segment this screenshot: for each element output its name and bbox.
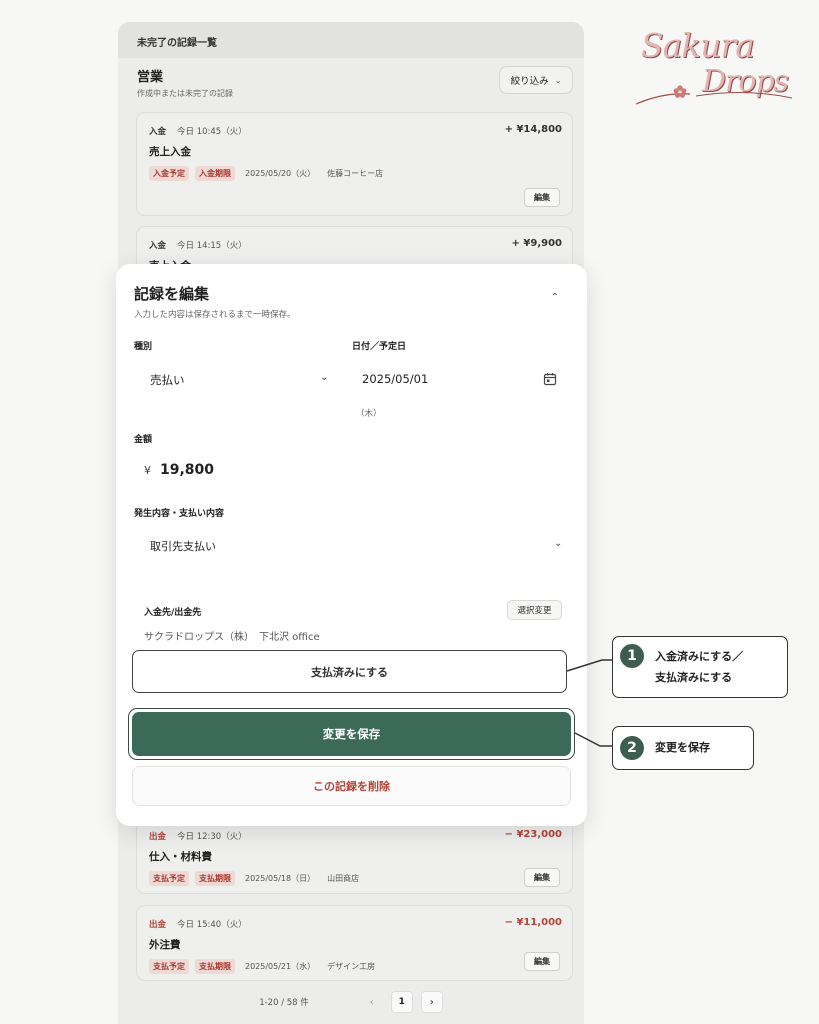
- callout-number: 2: [620, 736, 644, 760]
- callout-text-line1: 入金済みにする／: [655, 650, 744, 663]
- callout-mark-paid: 1 入金済みにする／ 支払済みにする: [612, 636, 788, 698]
- callout-text-line2: 支払済みにする: [655, 671, 733, 684]
- callout-leader-lines: [566, 659, 612, 747]
- callout-text-line1: 変更を保存: [655, 741, 710, 754]
- callout-save: 2 変更を保存: [612, 726, 754, 770]
- callout-number: 1: [620, 644, 644, 668]
